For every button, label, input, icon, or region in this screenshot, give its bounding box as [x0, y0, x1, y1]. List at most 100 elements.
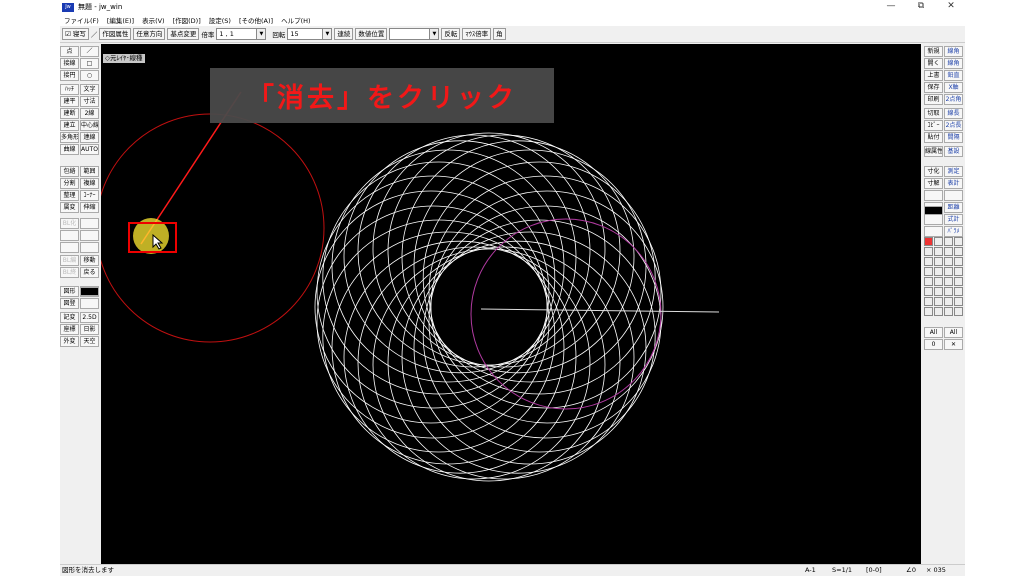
right-tool-r9-c0[interactable]: 寸化 — [924, 166, 943, 177]
left-tool-r14-c1[interactable] — [80, 230, 99, 241]
status-layer-group[interactable]: [0-0] — [866, 565, 882, 576]
right-tool-r1-c0[interactable]: 開く — [924, 58, 943, 69]
left-tool-r3-c0[interactable]: ﾊｯﾁ — [60, 84, 79, 95]
mouse-scale-button[interactable]: ﾏｳｽ倍率 — [462, 28, 492, 40]
layer-cell-icon[interactable] — [934, 287, 943, 296]
left-tool-r17-c0[interactable]: BL終 — [60, 267, 79, 278]
right-tool-r14-c0[interactable] — [924, 226, 943, 237]
minimize-button[interactable]: — — [882, 1, 900, 11]
left-tool-r21-c0[interactable]: 座標 — [60, 324, 79, 335]
left-tool-r10-c1[interactable]: 複線 — [80, 178, 99, 189]
left-tool-r9-c0[interactable]: 包絡 — [60, 166, 79, 177]
scale-select[interactable]: 1 , 1 ▼ — [216, 28, 267, 40]
right-tool-r5-c1[interactable]: 線長 — [944, 108, 963, 119]
flip-button[interactable]: 反転 — [441, 28, 461, 40]
left-tool-r12-c1[interactable]: 伸縮 — [80, 202, 99, 213]
layer-cell-icon[interactable] — [924, 237, 933, 246]
left-tool-r7-c1[interactable]: 連線 — [80, 132, 99, 143]
left-tool-r22-c0[interactable]: 外変 — [60, 336, 79, 347]
layer-cell-icon[interactable] — [934, 257, 943, 266]
layer-cell-icon[interactable] — [924, 257, 933, 266]
left-tool-r8-c0[interactable]: 曲線 — [60, 144, 79, 155]
menu-other[interactable]: [その他(A)] — [235, 15, 277, 25]
left-tool-r1-c0[interactable]: 接線 — [60, 58, 79, 69]
angle-button[interactable]: 角 — [493, 28, 506, 40]
layer-cell-icon[interactable] — [924, 267, 933, 276]
layer-cell-icon[interactable] — [934, 267, 943, 276]
left-tool-r2-c1[interactable]: ○ — [80, 70, 99, 81]
layer-cell-icon[interactable] — [944, 297, 953, 306]
left-tool-r8-c1[interactable]: AUTO — [80, 144, 99, 155]
left-tool-r18-c0[interactable]: 図形 — [60, 286, 79, 297]
right-tool-r1-c1[interactable]: 線角 — [944, 58, 963, 69]
layer-cell-icon[interactable] — [954, 277, 963, 286]
status-layer[interactable]: A-1 — [805, 565, 816, 576]
left-tool-r11-c0[interactable]: 整理 — [60, 190, 79, 201]
left-tool-r13-c0[interactable]: BL化 — [60, 218, 79, 229]
menu-settings[interactable]: 設定(S) — [205, 15, 235, 25]
right-tool-r3-c0[interactable]: 保存 — [924, 82, 943, 93]
layer-all-toggle-3[interactable]: ✕ — [944, 339, 963, 350]
left-tool-r20-c0[interactable]: 記変 — [60, 312, 79, 323]
layer-cell-icon[interactable] — [944, 257, 953, 266]
layer-cell-icon[interactable] — [954, 257, 963, 266]
layer-all-toggle-1[interactable]: All — [944, 327, 963, 338]
right-tool-r2-c1[interactable]: 鉛直 — [944, 70, 963, 81]
layer-cell-icon[interactable] — [954, 297, 963, 306]
right-tool-r3-c1[interactable]: X軸 — [944, 82, 963, 93]
right-tool-r13-c1[interactable]: 式計 — [944, 214, 963, 225]
layer-cell-icon[interactable] — [944, 307, 953, 316]
left-tool-r11-c1[interactable]: ｺｰﾅｰ — [80, 190, 99, 201]
right-tool-r7-c1[interactable]: 間隔 — [944, 132, 963, 143]
left-tool-r5-c0[interactable]: 建断 — [60, 108, 79, 119]
layer-cell-icon[interactable] — [954, 247, 963, 256]
left-tool-r17-c1[interactable]: 戻る — [80, 267, 99, 278]
continuous-button[interactable]: 連続 — [334, 28, 354, 40]
left-tool-r16-c0[interactable]: BL編 — [60, 255, 79, 266]
layer-cell-icon[interactable] — [944, 277, 953, 286]
right-tool-r4-c1[interactable]: 2点角 — [944, 94, 963, 105]
menu-view[interactable]: 表示(V) — [138, 15, 169, 25]
layer-cell-icon[interactable] — [934, 307, 943, 316]
change-base-point-button[interactable]: 基点変更 — [167, 28, 200, 40]
left-tool-r0-c1[interactable]: ／ — [80, 46, 99, 57]
rotate-select[interactable]: 15 ▼ — [287, 28, 333, 40]
maximize-button[interactable]: ⧉ — [912, 1, 930, 11]
left-tool-r1-c1[interactable]: □ — [80, 58, 99, 69]
line-style-swatch[interactable] — [80, 287, 99, 296]
layer-cell-icon[interactable] — [954, 267, 963, 276]
status-zoom[interactable]: × 035 — [926, 565, 946, 576]
left-tool-r19-c1[interactable] — [80, 298, 99, 309]
left-tool-r14-c0[interactable] — [60, 230, 79, 241]
layer-cell-icon[interactable] — [944, 237, 953, 246]
left-tool-r5-c1[interactable]: 2線 — [80, 108, 99, 119]
layer-all-toggle-0[interactable]: All — [924, 327, 943, 338]
layer-cell-icon[interactable] — [924, 277, 933, 286]
draw-attribute-button[interactable]: 作図属性 — [99, 28, 132, 40]
right-tool-r2-c0[interactable]: 上書 — [924, 70, 943, 81]
left-tool-r0-c0[interactable]: 点 — [60, 46, 79, 57]
drawing-canvas[interactable]: ◇元ﾚｲﾔ･線種 「消去」をクリック — [101, 44, 921, 564]
layer-cell-icon[interactable] — [934, 237, 943, 246]
left-tool-r15-c0[interactable] — [60, 242, 79, 253]
left-tool-r15-c1[interactable] — [80, 242, 99, 253]
left-tool-r4-c0[interactable]: 建平 — [60, 96, 79, 107]
menu-help[interactable]: ヘルプ(H) — [277, 15, 314, 25]
menu-file[interactable]: ファイル(F) — [60, 15, 103, 25]
copy-checkbox[interactable]: ☑ 寝写 — [62, 28, 89, 40]
layer-cell-icon[interactable] — [944, 287, 953, 296]
right-tool-r13-c0[interactable] — [924, 214, 943, 225]
left-tool-r6-c0[interactable]: 建立 — [60, 120, 79, 131]
right-tool-r0-c1[interactable]: 線角 — [944, 46, 963, 57]
layer-cell-icon[interactable] — [954, 237, 963, 246]
layer-cell-icon[interactable] — [934, 277, 943, 286]
right-tool-r11-c1[interactable] — [944, 190, 963, 201]
right-tool-r6-c0[interactable]: ｺﾋﾟｰ — [924, 120, 943, 131]
right-tool-r4-c0[interactable]: 印刷 — [924, 94, 943, 105]
left-tool-r10-c0[interactable]: 分割 — [60, 178, 79, 189]
numeric-position-select[interactable]: ▼ — [389, 28, 440, 40]
left-tool-r6-c1[interactable]: 中心線 — [80, 120, 99, 131]
menu-edit[interactable]: [編集(E)] — [103, 15, 138, 25]
left-tool-r13-c1[interactable] — [80, 218, 99, 229]
layer-cell-icon[interactable] — [924, 287, 933, 296]
